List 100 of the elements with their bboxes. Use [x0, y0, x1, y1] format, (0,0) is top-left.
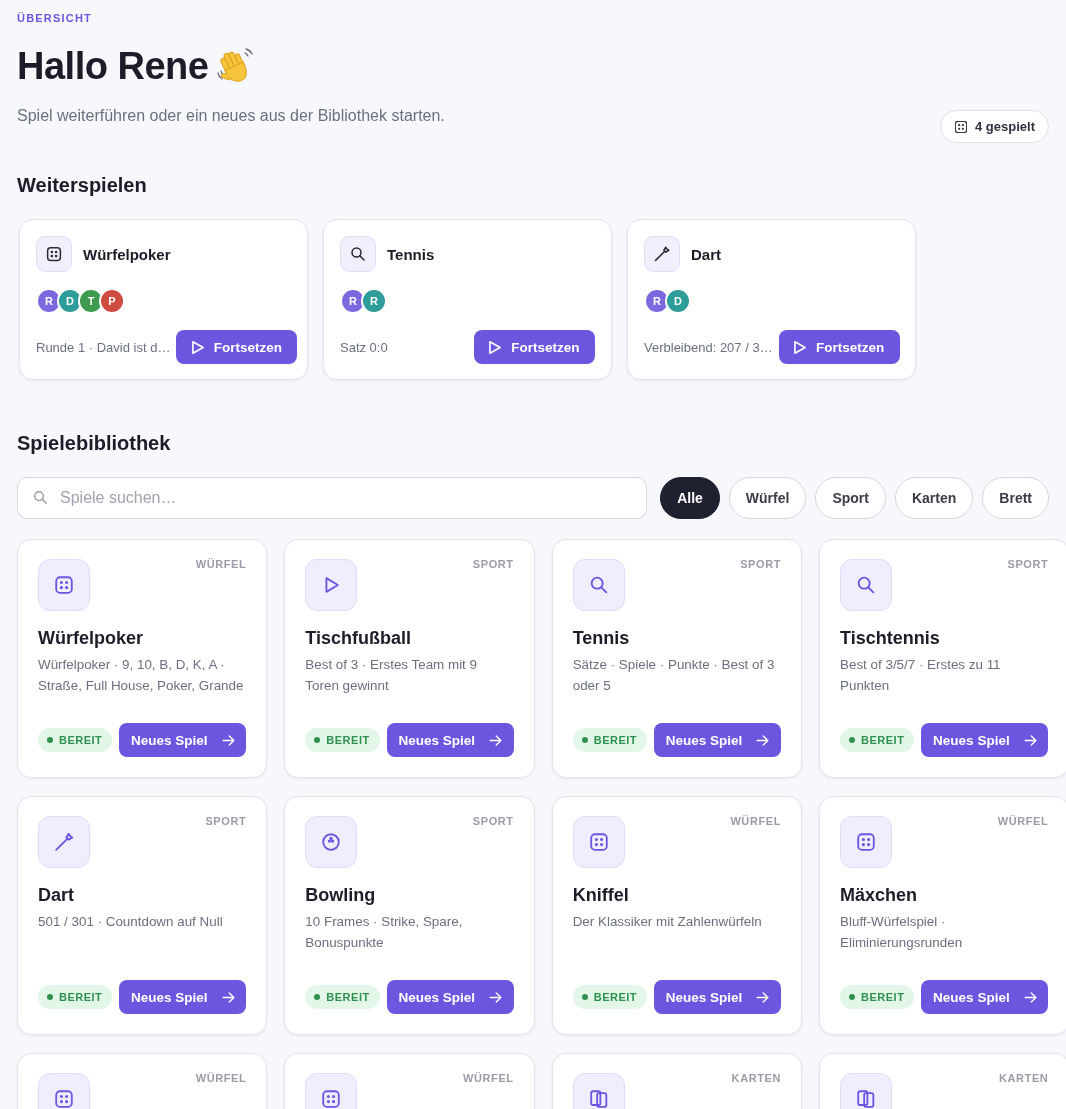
continue-button[interactable]: Fortsetzen: [176, 330, 298, 364]
game-title: Tischfußball: [305, 627, 412, 650]
category-label: SPORT: [740, 557, 782, 571]
status-dot-icon: [849, 994, 856, 1000]
waving-hand-icon: [217, 48, 254, 84]
status-label: BEREIT: [59, 991, 103, 1003]
cards-icon: [572, 1073, 625, 1109]
status-dot-icon: [849, 737, 856, 743]
game-title: Dart: [38, 884, 74, 907]
dice-icon: [955, 120, 968, 133]
game-title: Tennis: [387, 245, 435, 263]
filter-chip[interactable]: Brett: [982, 477, 1049, 519]
player-avatar: D: [57, 288, 83, 314]
status-dot-icon: [314, 737, 321, 743]
cards-icon: [840, 1073, 893, 1109]
dice-icon: [36, 236, 72, 272]
eyebrow-label: ÜBERSICHT: [17, 12, 92, 24]
status-dot-icon: [47, 737, 53, 743]
game-title: Kniffel: [572, 884, 629, 907]
player-avatar: R: [340, 288, 366, 314]
played-count-label: 4 gespielt: [975, 119, 1035, 134]
status-dot-icon: [581, 737, 588, 743]
new-game-button[interactable]: Neues Spiel: [921, 980, 1049, 1014]
section-heading: Spielebibliothek: [17, 431, 171, 456]
category-label: KARTEN: [731, 1071, 782, 1085]
game-title: Dart: [691, 245, 721, 263]
magnifier-icon: [572, 559, 625, 611]
game-status: Verbleibend: 207 / 3…: [644, 339, 773, 355]
game-title: Würfelpoker: [38, 627, 143, 650]
category-label: SPORT: [472, 557, 514, 571]
play-icon: [489, 340, 502, 354]
status-label: BEREIT: [593, 991, 638, 1003]
filter-chip[interactable]: Sport: [815, 477, 886, 519]
player-avatar: R: [644, 288, 670, 314]
player-avatar: T: [78, 288, 104, 314]
new-game-button[interactable]: Neues Spiel: [386, 723, 514, 757]
arrow-right-icon: [756, 734, 770, 746]
play-icon: [191, 340, 204, 354]
dice-icon: [572, 816, 625, 868]
category-label: SPORT: [1007, 557, 1049, 571]
game-description: Bluff-Würfelspiel · Eliminierungsrunden: [840, 913, 964, 952]
player-avatar: P: [99, 288, 125, 314]
status-dot-icon: [47, 994, 53, 1000]
continue-button[interactable]: Fortsetzen: [474, 330, 595, 364]
new-game-button[interactable]: Neues Spiel: [921, 723, 1049, 757]
game-title: Tennis: [572, 627, 630, 650]
category-label: WÜRFEL: [730, 814, 782, 828]
section-heading: Weiterspielen: [17, 173, 147, 198]
search-icon: [34, 491, 47, 504]
status-label: BEREIT: [593, 734, 638, 746]
player-avatar: R: [36, 288, 62, 314]
game-description: 10 Frames · Strike, Spare, Bonuspunkte: [305, 913, 464, 952]
dice-icon: [840, 816, 893, 868]
new-game-button[interactable]: Neues Spiel: [386, 980, 514, 1014]
arrow-right-icon: [488, 734, 502, 746]
arrow-right-icon: [1023, 734, 1037, 746]
magnifier-icon: [340, 236, 376, 272]
game-description: Best of 3 · Erstes Team mit 9 Toren gewinnt: [305, 656, 478, 695]
game-title: Würfelpoker: [83, 245, 171, 263]
magnifier-icon: [840, 559, 893, 611]
dart-icon: [38, 816, 90, 868]
category-label: WÜRFEL: [463, 1071, 514, 1085]
status-label: BEREIT: [861, 991, 905, 1003]
player-avatar: R: [361, 288, 387, 314]
category-label: KARTEN: [998, 1071, 1049, 1085]
arrow-right-icon: [488, 991, 502, 1003]
category-label: SPORT: [205, 814, 247, 828]
filter-chip[interactable]: Karten: [894, 477, 974, 519]
game-description: 501 / 301 · Countdown auf Null: [38, 913, 224, 931]
filter-chip[interactable]: Würfel: [728, 477, 807, 519]
new-game-button[interactable]: Neues Spiel: [654, 980, 782, 1014]
status-label: BEREIT: [326, 991, 370, 1003]
play-icon: [305, 559, 358, 611]
game-title: Bowling: [305, 884, 376, 907]
game-title: Tischtennis: [840, 627, 940, 650]
status-dot-icon: [581, 994, 588, 1000]
dart-icon: [644, 236, 680, 272]
arrow-right-icon: [221, 734, 235, 746]
play-icon: [794, 340, 806, 354]
category-label: WÜRFEL: [195, 1071, 247, 1085]
status-dot-icon: [314, 994, 321, 1000]
arrow-right-icon: [221, 991, 235, 1003]
status-label: BEREIT: [326, 734, 370, 746]
status-label: BEREIT: [861, 734, 905, 746]
arrow-right-icon: [756, 991, 770, 1003]
category-label: SPORT: [472, 814, 514, 828]
arrow-right-icon: [1023, 991, 1037, 1003]
greeting-title: Hallo Rene: [17, 44, 209, 89]
game-status: Runde 1 · David ist d…: [36, 339, 171, 355]
game-title: Mäxchen: [840, 884, 918, 907]
game-description: Würfelpoker · 9, 10, B, D, K, A · Straße, Full House, Poker, Grande: [38, 656, 245, 695]
category-label: WÜRFEL: [195, 557, 247, 571]
filter-chip[interactable]: Alle: [660, 477, 720, 519]
search-field[interactable]: Spiele suchen…: [17, 477, 648, 519]
game-description: Der Klassiker mit Zahlenwürfeln: [572, 913, 763, 931]
subtitle: Spiel weiterführen oder ein neues aus der Bibliothek starten.: [17, 106, 445, 126]
new-game-button[interactable]: Neues Spiel: [119, 980, 247, 1014]
continue-button[interactable]: Fortsetzen: [778, 330, 900, 364]
new-game-button[interactable]: Neues Spiel: [654, 723, 782, 757]
new-game-button[interactable]: Neues Spiel: [119, 723, 247, 757]
